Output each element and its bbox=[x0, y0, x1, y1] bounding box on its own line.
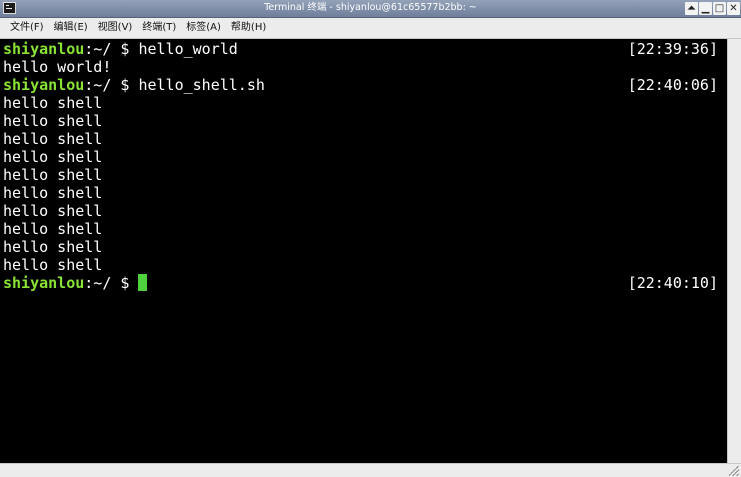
close-button[interactable]: ✕ bbox=[727, 2, 740, 15]
output-line: hello shell bbox=[3, 220, 103, 238]
vertical-scrollbar[interactable] bbox=[727, 39, 741, 463]
prompt-line: shiyanlou:~/ $ hello_world bbox=[3, 40, 238, 58]
output-line: hello world! bbox=[3, 58, 112, 76]
terminal-output-area[interactable]: [22:39:36] shiyanlou:~/ $ hello_world hell… bbox=[0, 39, 727, 463]
prompt-path: :~/ $ bbox=[84, 40, 139, 58]
menu-file[interactable]: 文件(F) bbox=[0, 18, 44, 38]
prompt-timestamp: [22:39:36] bbox=[627, 40, 718, 58]
shade-button[interactable]: ⏶ bbox=[685, 2, 698, 15]
output-line: hello shell bbox=[3, 256, 103, 274]
maximize-button[interactable]: □ bbox=[713, 2, 726, 15]
output-line: hello shell bbox=[3, 94, 103, 112]
terminal-window: Terminal 终端 - shiyanlou@61c65577b2bb: ~ … bbox=[0, 0, 741, 477]
prompt-path: :~/ $ bbox=[84, 274, 139, 292]
command-text: hello_world bbox=[138, 40, 238, 58]
menu-edit[interactable]: 编辑(E) bbox=[44, 18, 88, 38]
prompt-timestamp: [22:40:10] bbox=[627, 274, 718, 292]
menu-bar: 文件(F) 编辑(E) 视图(V) 终端(T) 标签(A) 帮助(H) bbox=[0, 18, 741, 39]
window-title: Terminal 终端 - shiyanlou@61c65577b2bb: ~ bbox=[264, 2, 477, 13]
menu-view[interactable]: 视图(V) bbox=[88, 18, 133, 38]
prompt-user: shiyanlou bbox=[3, 40, 85, 58]
prompt-line: shiyanlou:~/ $ bbox=[3, 274, 148, 292]
text-cursor bbox=[138, 274, 148, 291]
prompt-path: :~/ $ bbox=[84, 76, 139, 94]
output-line: hello shell bbox=[3, 112, 103, 130]
prompt-user: shiyanlou bbox=[3, 274, 85, 292]
output-line: hello shell bbox=[3, 166, 103, 184]
output-line: hello shell bbox=[3, 202, 103, 220]
window-bottom-edge bbox=[0, 463, 741, 477]
prompt-timestamp: [22:40:06] bbox=[627, 76, 718, 94]
output-line: hello shell bbox=[3, 148, 103, 166]
menu-tabs[interactable]: 标签(A) bbox=[176, 18, 221, 38]
resize-grip-icon[interactable] bbox=[729, 466, 739, 476]
output-line: hello shell bbox=[3, 184, 103, 202]
menu-help[interactable]: 帮助(H) bbox=[221, 18, 266, 38]
output-line: hello shell bbox=[3, 238, 103, 256]
prompt-line: shiyanlou:~/ $ hello_shell.sh bbox=[3, 76, 265, 94]
title-bar[interactable]: Terminal 终端 - shiyanlou@61c65577b2bb: ~ … bbox=[0, 0, 741, 18]
minimize-button[interactable]: ▁ bbox=[699, 2, 712, 15]
command-text: hello_shell.sh bbox=[138, 76, 265, 94]
window-controls: ⏶ ▁ □ ✕ bbox=[685, 0, 741, 17]
menu-terminal[interactable]: 终端(T) bbox=[132, 18, 176, 38]
prompt-user: shiyanlou bbox=[3, 76, 85, 94]
output-line: hello shell bbox=[3, 130, 103, 148]
